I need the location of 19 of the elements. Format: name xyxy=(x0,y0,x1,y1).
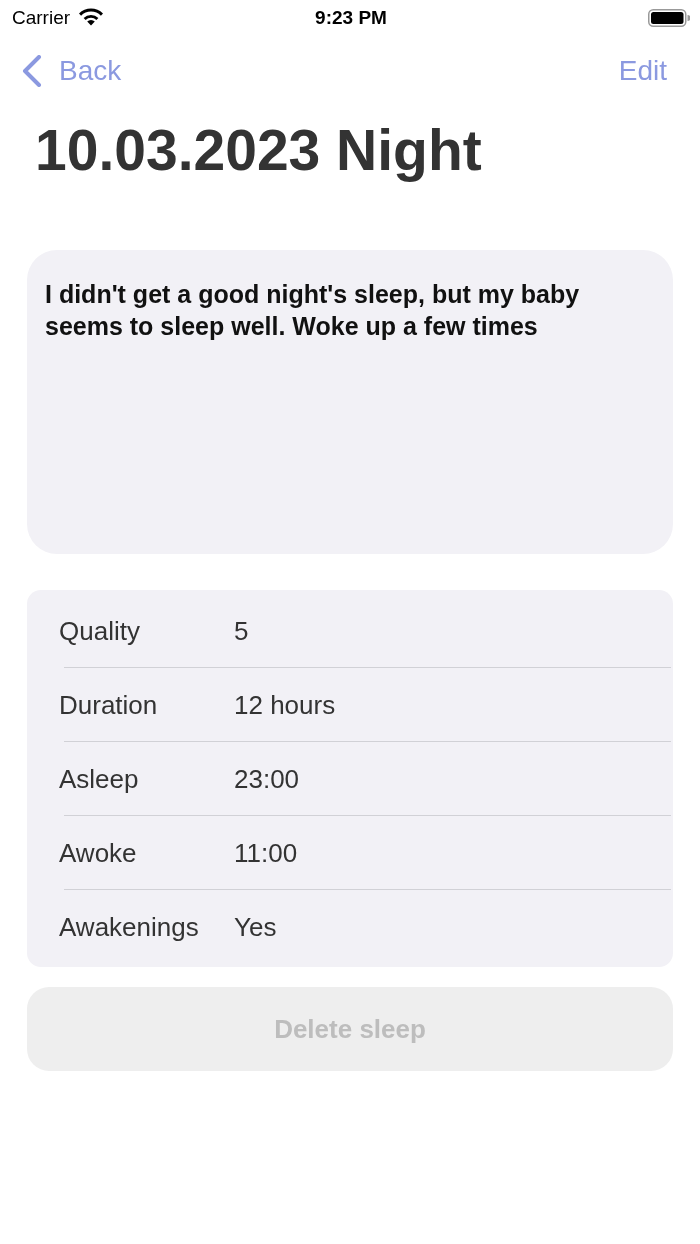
wifi-icon xyxy=(78,7,105,26)
clock-text: 9:23 PM xyxy=(315,7,387,29)
detail-label: Asleep xyxy=(59,762,140,795)
detail-value: 12 hours xyxy=(234,688,337,721)
page-title: 10.03.2023 Night xyxy=(35,117,483,184)
detail-label: Awoke xyxy=(59,836,138,869)
chevron-left-icon xyxy=(22,55,42,87)
detail-label: Awakenings xyxy=(59,910,200,943)
back-button[interactable]: Back xyxy=(22,54,122,88)
edit-button[interactable]: Edit xyxy=(618,54,667,88)
detail-label: Quality xyxy=(59,614,141,647)
note-text: I didn't get a good night's sleep, but my baby seems to sleep well. Woke up a few times xyxy=(45,279,581,342)
detail-label: Duration xyxy=(59,688,159,721)
carrier-text: Carrier xyxy=(12,7,71,29)
detail-value: 23:00 xyxy=(234,762,301,795)
battery-icon xyxy=(648,9,690,27)
detail-value: 11:00 xyxy=(234,836,299,869)
detail-value: 5 xyxy=(234,614,250,647)
detail-value: Yes xyxy=(234,910,278,943)
